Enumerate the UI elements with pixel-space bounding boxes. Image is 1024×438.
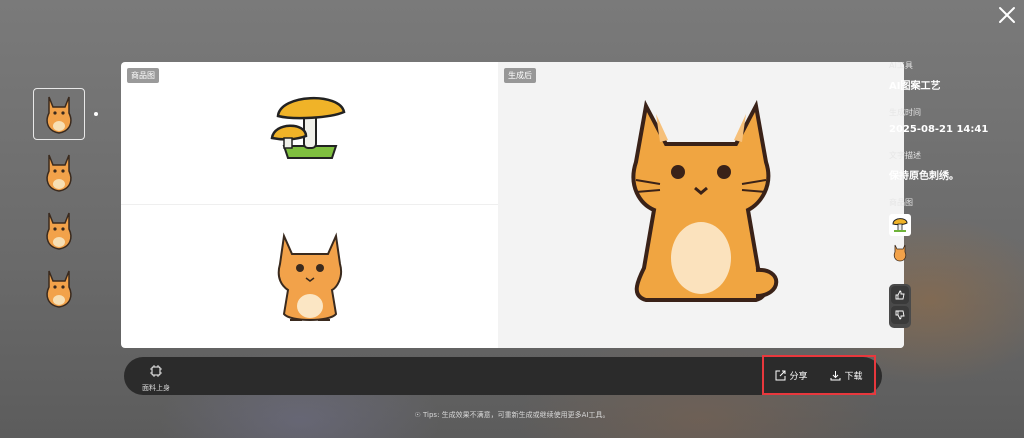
input-pane: 商品图 <box>121 62 498 348</box>
product-image-area: 商品图 <box>121 62 498 205</box>
time-value: 2025-08-21 14:41 <box>889 124 989 135</box>
result-tag: 生成后 <box>504 68 536 83</box>
thumbnail-list <box>33 88 85 320</box>
indicator-dot <box>94 112 98 116</box>
tool-label: AI工具 <box>889 61 913 70</box>
product-tag: 商品图 <box>127 68 159 83</box>
action-group-highlight: 分享 下载 <box>762 355 876 395</box>
cat-thumbnail-icon <box>46 212 72 250</box>
download-label: 下载 <box>844 371 863 382</box>
desc-value: 保持原色刺绣。 <box>889 171 959 182</box>
thumbnail-4[interactable] <box>33 262 85 314</box>
thumbs-up-button[interactable] <box>891 286 909 304</box>
product-thumb-mushroom[interactable] <box>889 214 911 236</box>
share-label: 分享 <box>789 371 808 382</box>
embroidered-cat-result-image <box>631 100 779 302</box>
feedback-group <box>889 284 911 328</box>
tips-label: Tips: 生成效果不满意，可重新生成或继续使用更多AI工具。 <box>422 411 610 419</box>
info-panel: AI工具 AI图案工艺 生成时间 2025-08-21 14:41 文字描述 保… <box>889 60 1009 280</box>
fabric-icon <box>150 365 162 377</box>
product-label: 商品图 <box>889 198 913 207</box>
thumbs-down-icon <box>895 310 905 320</box>
cat-icon <box>893 244 907 262</box>
close-icon[interactable] <box>996 4 1018 26</box>
product-thumb-cat[interactable] <box>889 242 911 264</box>
bulb-icon: ☉ <box>414 411 421 419</box>
mushroom-patch-image <box>270 96 345 159</box>
tips-text: ☉ Tips: 生成效果不满意，可重新生成或继续使用更多AI工具。 <box>0 410 1024 420</box>
mushroom-icon <box>892 218 908 232</box>
desc-label: 文字描述 <box>889 151 921 160</box>
cat-thumbnail-icon <box>46 154 72 192</box>
tool-value: AI图案工艺 <box>889 81 941 92</box>
thumbs-down-button[interactable] <box>891 306 909 324</box>
fabric-try-on-button[interactable]: 面料上身 <box>138 362 174 393</box>
thumbnail-2[interactable] <box>33 146 85 198</box>
thumbnail-1[interactable] <box>33 88 85 140</box>
cat-thumbnail-icon <box>46 96 72 134</box>
preview-card: 商品图 生成后 <box>121 62 904 348</box>
cat-thumbnail-icon <box>46 270 72 308</box>
download-icon <box>830 370 841 380</box>
download-button[interactable]: 下载 <box>830 369 863 382</box>
thumbs-up-icon <box>895 290 905 300</box>
cat-pattern-image <box>277 231 342 321</box>
share-button[interactable]: 分享 <box>775 369 808 382</box>
thumbnail-3[interactable] <box>33 204 85 256</box>
fabric-label: 面料上身 <box>142 384 170 392</box>
pattern-image-area <box>121 205 498 348</box>
result-pane: 生成后 <box>498 62 904 348</box>
share-icon <box>775 370 786 380</box>
time-label: 生成时间 <box>889 108 921 117</box>
